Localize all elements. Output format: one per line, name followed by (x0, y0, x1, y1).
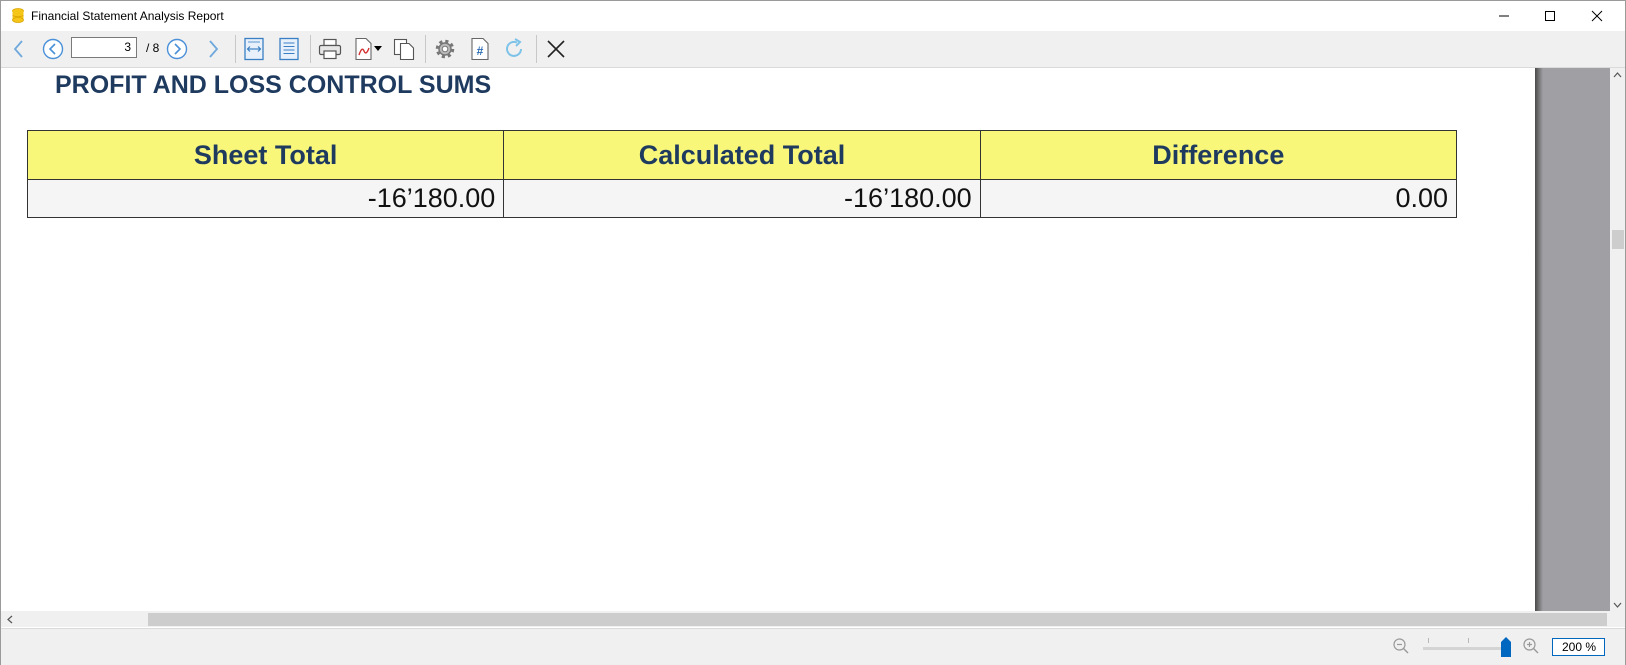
window-close-button[interactable] (1574, 1, 1620, 31)
page-total-label: / 8 (146, 41, 160, 55)
next-page-icon[interactable] (164, 36, 190, 62)
toolbar-separator (235, 35, 236, 63)
toolbar: 3 / 8 # (1, 31, 1625, 68)
page-shadow (1535, 68, 1543, 611)
difference-cell: 0.00 (979, 179, 1458, 218)
zoom-out-icon[interactable] (1392, 637, 1410, 655)
settings-icon[interactable] (432, 36, 458, 62)
fit-page-icon[interactable] (276, 36, 302, 62)
minimize-button[interactable] (1481, 1, 1527, 31)
column-header: Difference (979, 130, 1458, 180)
zoom-slider-handle[interactable] (1501, 637, 1511, 657)
scroll-up-icon[interactable] (1613, 71, 1622, 78)
zoom-tick (1428, 638, 1429, 643)
report-page: PROFIT AND LOSS CONTROL SUMS Sheet Total… (1, 68, 1535, 611)
previous-page-icon[interactable] (40, 36, 66, 62)
copy-icon[interactable] (391, 36, 417, 62)
calculated-total-cell: -16’180.00 (503, 179, 981, 218)
table-header-row: Sheet Total Calculated Total Difference (26, 130, 1458, 180)
zoom-in-icon[interactable] (1522, 637, 1540, 655)
zoom-slider-track[interactable] (1423, 647, 1508, 650)
table-row: -16’180.00 -16’180.00 0.00 (26, 179, 1458, 218)
fit-width-icon[interactable] (241, 36, 267, 62)
app-logo-icon (12, 8, 24, 23)
export-dropdown-icon[interactable] (372, 36, 384, 62)
column-header: Sheet Total (26, 130, 505, 180)
svg-text:#: # (477, 44, 484, 58)
toolbar-separator (425, 35, 426, 63)
vertical-scroll-thumb[interactable] (1612, 230, 1624, 249)
horizontal-scroll-thumb[interactable] (148, 613, 1607, 626)
report-heading: PROFIT AND LOSS CONTROL SUMS (55, 71, 492, 99)
print-icon[interactable] (317, 36, 343, 62)
zoom-level-input[interactable]: 200 % (1552, 638, 1605, 656)
control-sums-table: Sheet Total Calculated Total Difference … (26, 130, 1458, 218)
back-icon[interactable] (6, 36, 32, 62)
title-bar: Financial Statement Analysis Report (1, 1, 1625, 31)
zoom-tick (1468, 638, 1469, 643)
page-number-input[interactable]: 3 (71, 37, 137, 58)
page-number-icon[interactable]: # (467, 36, 493, 62)
scroll-left-icon[interactable] (6, 615, 13, 624)
maximize-button[interactable] (1527, 1, 1573, 31)
forward-icon[interactable] (200, 36, 226, 62)
close-icon[interactable] (543, 36, 569, 62)
vertical-scrollbar[interactable] (1610, 68, 1625, 611)
status-bar (1, 628, 1625, 665)
sheet-total-cell: -16’180.00 (26, 179, 505, 218)
scroll-down-icon[interactable] (1613, 602, 1622, 609)
toolbar-separator (536, 35, 537, 63)
report-window: Financial Statement Analysis Report 3 / … (0, 0, 1626, 665)
refresh-icon[interactable] (501, 36, 527, 62)
scrollbar-corner (1610, 611, 1625, 627)
toolbar-separator (310, 35, 311, 63)
column-header: Calculated Total (503, 130, 981, 180)
window-title: Financial Statement Analysis Report (31, 9, 224, 23)
page-background (1535, 68, 1610, 611)
